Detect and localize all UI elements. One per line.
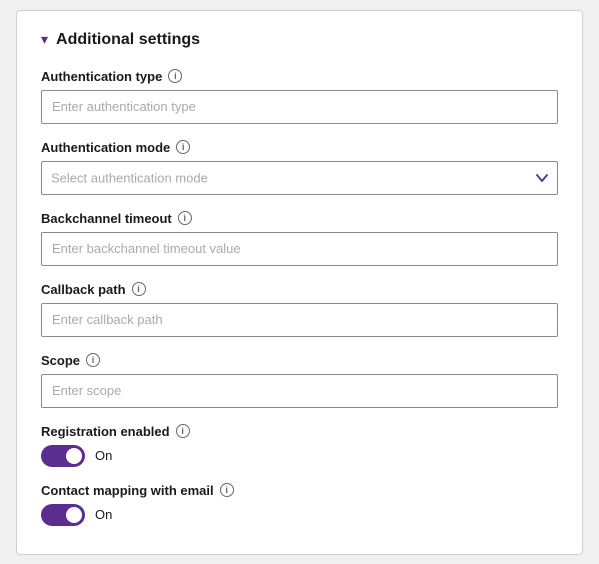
toggle-thumb bbox=[66, 507, 82, 523]
additional-settings-card: ▾ Additional settings Authentication typ… bbox=[16, 10, 583, 555]
backchannel-timeout-info-icon[interactable]: i bbox=[178, 211, 192, 225]
authentication-type-label: Authentication type i bbox=[41, 69, 558, 84]
scope-input[interactable] bbox=[41, 374, 558, 408]
contact-mapping-toggle-group: On bbox=[41, 504, 558, 526]
backchannel-timeout-input[interactable] bbox=[41, 232, 558, 266]
registration-enabled-toggle[interactable] bbox=[41, 445, 85, 467]
authentication-type-info-icon[interactable]: i bbox=[168, 69, 182, 83]
scope-field: Scope i bbox=[41, 353, 558, 408]
callback-path-info-icon[interactable]: i bbox=[132, 282, 146, 296]
contact-mapping-toggle[interactable] bbox=[41, 504, 85, 526]
backchannel-timeout-label: Backchannel timeout i bbox=[41, 211, 558, 226]
registration-enabled-toggle-label: On bbox=[95, 448, 112, 463]
authentication-type-input[interactable] bbox=[41, 90, 558, 124]
authentication-mode-select[interactable] bbox=[41, 161, 558, 195]
registration-enabled-label: Registration enabled i bbox=[41, 424, 558, 439]
registration-enabled-info-icon[interactable]: i bbox=[176, 424, 190, 438]
registration-enabled-field: Registration enabled i On bbox=[41, 424, 558, 467]
toggle-thumb bbox=[66, 448, 82, 464]
scope-label: Scope i bbox=[41, 353, 558, 368]
collapse-chevron-icon[interactable]: ▾ bbox=[41, 31, 48, 48]
scope-info-icon[interactable]: i bbox=[86, 353, 100, 367]
contact-mapping-field: Contact mapping with email i On bbox=[41, 483, 558, 526]
contact-mapping-toggle-label: On bbox=[95, 507, 112, 522]
authentication-mode-label: Authentication mode i bbox=[41, 140, 558, 155]
registration-enabled-toggle-group: On bbox=[41, 445, 558, 467]
authentication-type-field: Authentication type i bbox=[41, 69, 558, 124]
contact-mapping-info-icon[interactable]: i bbox=[220, 483, 234, 497]
contact-mapping-label: Contact mapping with email i bbox=[41, 483, 558, 498]
authentication-mode-select-wrapper: Select authentication mode bbox=[41, 161, 558, 195]
toggle-track bbox=[41, 504, 85, 526]
section-title: Additional settings bbox=[56, 31, 200, 49]
authentication-mode-info-icon[interactable]: i bbox=[176, 140, 190, 154]
callback-path-field: Callback path i bbox=[41, 282, 558, 337]
authentication-mode-field: Authentication mode i Select authenticat… bbox=[41, 140, 558, 195]
backchannel-timeout-field: Backchannel timeout i bbox=[41, 211, 558, 266]
toggle-track bbox=[41, 445, 85, 467]
callback-path-label: Callback path i bbox=[41, 282, 558, 297]
callback-path-input[interactable] bbox=[41, 303, 558, 337]
section-header: ▾ Additional settings bbox=[41, 31, 558, 49]
